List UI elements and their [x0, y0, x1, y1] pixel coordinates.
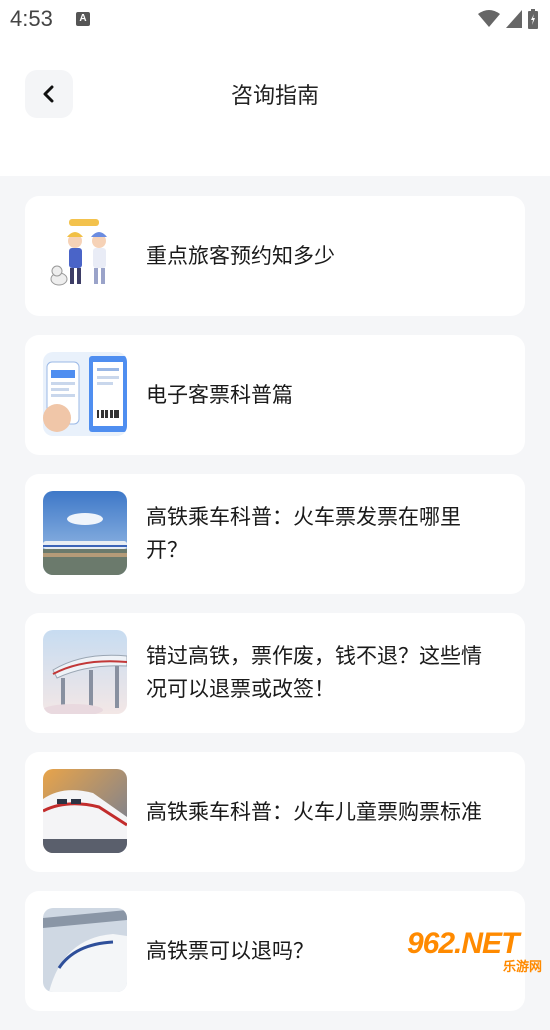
article-card[interactable]: 电子客票科普篇: [25, 335, 525, 455]
article-title: 电子客票科普篇: [146, 382, 293, 407]
status-bar: 4:53 A: [0, 0, 550, 40]
article-thumbnail: [43, 352, 127, 436]
article-title: 重点旅客预约知多少: [146, 243, 335, 268]
wifi-icon: [478, 10, 500, 27]
article-card[interactable]: 高铁乘车科普：火车儿童票购票标准: [25, 752, 525, 872]
article-title: 高铁乘车科普：火车儿童票购票标准: [146, 799, 482, 824]
article-thumbnail: [43, 630, 127, 714]
page-title: 咨询指南: [230, 84, 319, 109]
watermark-main-text: 962.NET: [407, 927, 519, 960]
article-thumbnail: [43, 213, 127, 297]
site-watermark-logo: 962.NET 乐游网: [407, 927, 542, 975]
article-thumbnail: [43, 908, 127, 992]
article-card[interactable]: 错过高铁，票作废，钱不退？这些情况可以退票或改签！: [25, 613, 525, 733]
notification-icon: A: [76, 12, 90, 26]
status-time: 4:53: [10, 6, 53, 31]
article-title: 高铁乘车科普：火车票发票在哪里开？: [146, 505, 461, 562]
article-title: 错过高铁，票作废，钱不退？这些情况可以退票或改签！: [146, 644, 482, 701]
watermark-sub-text: 乐游网: [502, 960, 542, 975]
article-card[interactable]: 高铁乘车科普：火车票发票在哪里开？: [25, 474, 525, 594]
article-card[interactable]: 重点旅客预约知多少: [25, 196, 525, 316]
article-list: 重点旅客预约知多少 电子客票科普篇 高铁乘车科普：火车票发票在哪里开？ 错过高铁…: [25, 196, 525, 1030]
status-icons: [478, 8, 538, 30]
article-thumbnail: [43, 491, 127, 575]
signal-icon: [506, 10, 522, 28]
battery-icon: [528, 9, 538, 29]
article-thumbnail: [43, 769, 127, 853]
